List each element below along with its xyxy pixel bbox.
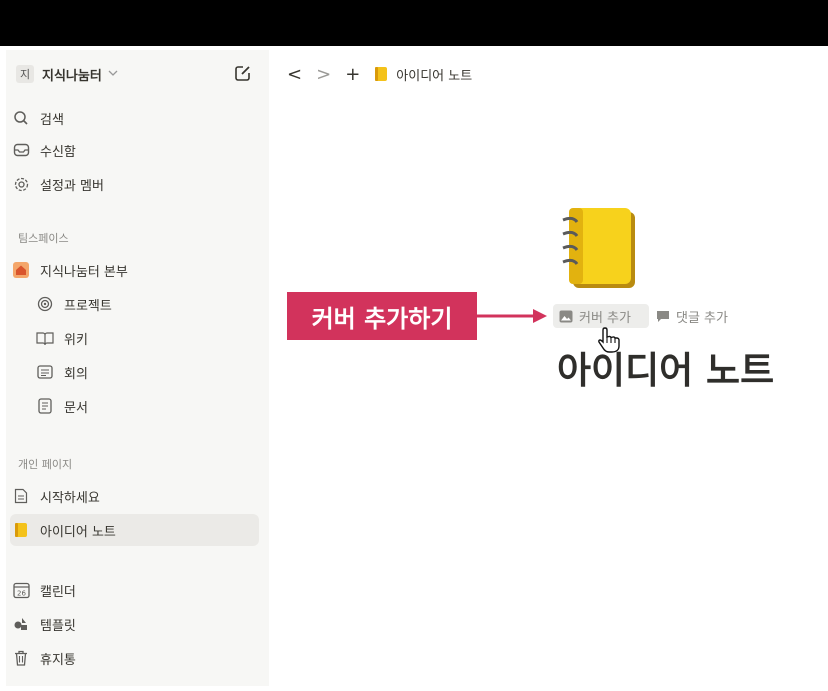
inbox-icon <box>12 141 30 159</box>
sidebar-item-inbox[interactable]: 수신함 <box>12 136 76 164</box>
breadcrumb[interactable]: 아이디어 노트 <box>374 65 472 84</box>
sidebar-item-wiki[interactable]: 위키 <box>36 324 88 352</box>
sidebar-item-docs[interactable]: 문서 <box>36 392 88 420</box>
search-icon <box>12 109 30 127</box>
top-navigation: < > + 아이디어 노트 <box>287 62 472 86</box>
back-button[interactable]: < <box>287 64 302 85</box>
add-cover-button[interactable]: 커버 추가 <box>553 304 649 328</box>
workspace-avatar: 지 <box>16 65 34 83</box>
annotation-label: 커버 추가하기 <box>287 292 477 340</box>
add-button[interactable]: + <box>345 64 360 85</box>
teamspace-header: 팀스페이스 <box>18 232 69 245</box>
sidebar-item-label: 수신함 <box>40 144 76 160</box>
personal-header: 개인 페이지 <box>18 458 73 471</box>
add-cover-label: 커버 추가 <box>579 310 631 326</box>
sidebar-item-label: 시작하세요 <box>40 490 100 506</box>
sidebar-item-label: 프로젝트 <box>64 298 112 314</box>
document-icon <box>36 397 54 415</box>
sidebar-item-label: 휴지통 <box>40 652 76 668</box>
sidebar-item-label: 템플릿 <box>40 618 76 634</box>
sidebar-item-label: 캘린더 <box>40 584 76 600</box>
sidebar-item-label: 위키 <box>64 332 88 348</box>
notebook-icon[interactable] <box>555 204 639 290</box>
add-comment-button[interactable]: 댓글 추가 <box>654 304 728 328</box>
notebook-icon <box>12 521 30 539</box>
breadcrumb-title: 아이디어 노트 <box>396 68 473 84</box>
trash-icon <box>12 649 30 667</box>
annotation-arrow <box>477 309 547 323</box>
workspace-switcher[interactable]: 지 지식나눔터 <box>16 62 118 86</box>
sidebar-item-templates[interactable]: 템플릿 <box>12 610 76 638</box>
shapes-icon <box>12 615 30 633</box>
sidebar-item-settings[interactable]: 설정과 멤버 <box>12 170 104 198</box>
comment-icon <box>656 310 670 323</box>
page-title[interactable]: 아이디어 노트 <box>557 340 774 394</box>
sidebar-item-teamspace[interactable]: 지식나눔터 본부 <box>12 256 128 284</box>
sidebar-item-project[interactable]: 프로젝트 <box>36 290 112 318</box>
sidebar-item-label: 설정과 멤버 <box>40 178 104 194</box>
sidebar-item-label: 아이디어 노트 <box>40 524 116 540</box>
sidebar-item-idea-notes[interactable]: 아이디어 노트 <box>12 516 116 544</box>
notes-icon <box>36 363 54 381</box>
home-icon <box>12 261 30 279</box>
image-icon <box>559 310 573 323</box>
new-page-icon[interactable] <box>234 64 252 82</box>
notebook-icon <box>375 67 388 81</box>
forward-button[interactable]: > <box>316 64 331 85</box>
title-bar <box>0 0 828 46</box>
chevron-down-icon <box>108 68 118 81</box>
book-icon <box>36 329 54 347</box>
calendar-day: 26 <box>17 589 26 597</box>
gear-icon <box>12 175 30 193</box>
sidebar-item-search[interactable]: 검색 <box>12 104 64 132</box>
sidebar-item-label: 검색 <box>40 112 64 128</box>
calendar-icon: 26 <box>12 581 30 599</box>
page-icon <box>12 487 30 505</box>
target-icon <box>36 295 54 313</box>
sidebar-item-label: 문서 <box>64 400 88 416</box>
sidebar-item-label: 지식나눔터 본부 <box>40 264 128 280</box>
sidebar-item-label: 회의 <box>64 366 88 382</box>
sidebar-item-calendar[interactable]: 26 캘린더 <box>12 576 76 604</box>
workspace-name: 지식나눔터 <box>42 68 102 84</box>
sidebar-item-getting-started[interactable]: 시작하세요 <box>12 482 100 510</box>
add-comment-label: 댓글 추가 <box>676 310 728 326</box>
sidebar: 지 지식나눔터 검색 수신함 설정과 멤버 팀스페이스 지식나눔터 본부 프로젝… <box>6 50 269 686</box>
sidebar-item-trash[interactable]: 휴지통 <box>12 644 76 672</box>
sidebar-item-meetings[interactable]: 회의 <box>36 358 88 386</box>
